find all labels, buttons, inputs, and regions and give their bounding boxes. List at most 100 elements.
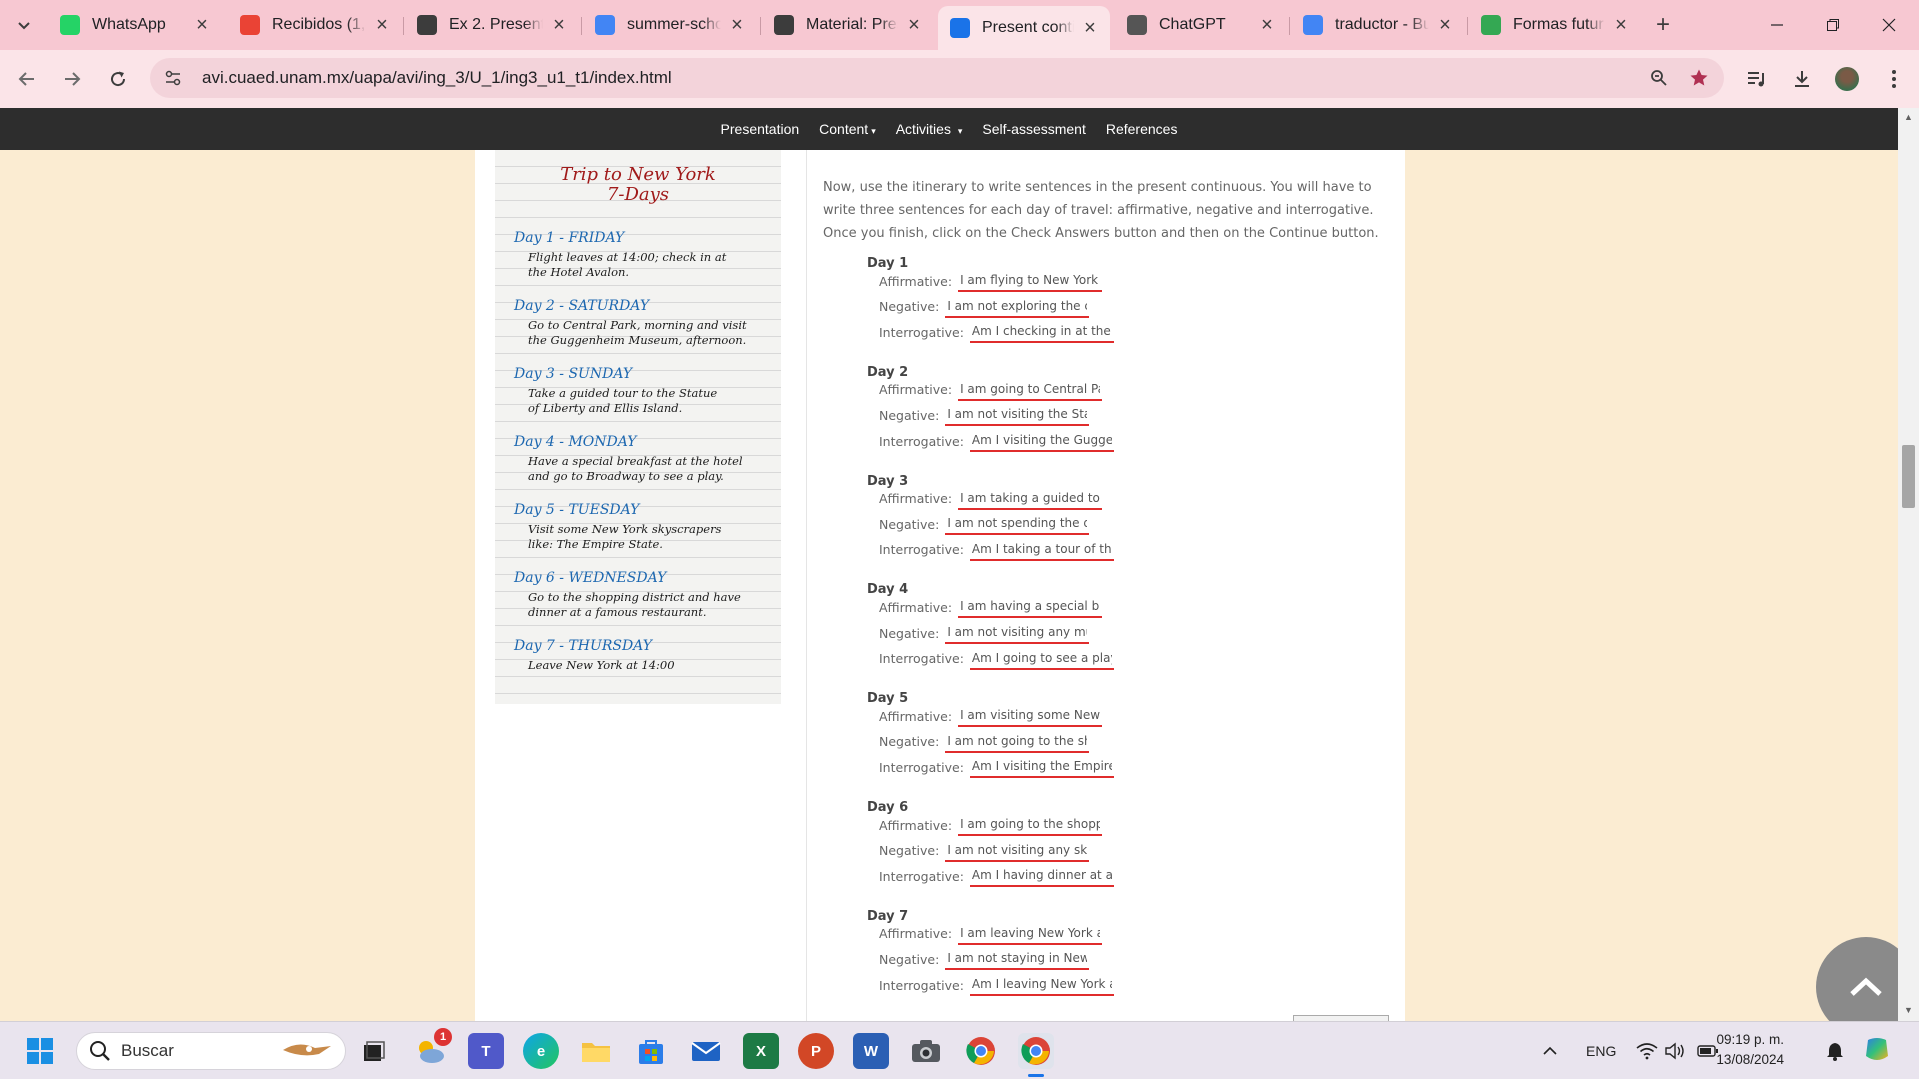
answer-input[interactable] [958, 814, 1103, 836]
notification-bell-icon[interactable] [1826, 1022, 1844, 1079]
file-explorer-icon[interactable] [578, 1033, 614, 1069]
answer-input[interactable] [945, 622, 1090, 644]
address-bar[interactable]: avi.cuaed.unam.mx/uapa/avi/ing_3/U_1/ing… [150, 58, 1724, 98]
copilot-icon[interactable] [1862, 1022, 1892, 1079]
nav-presentation[interactable]: Presentation [721, 121, 800, 137]
browser-tab[interactable]: Material: Pres × [762, 8, 934, 42]
itinerary-day-text: Leave New York at 14:00 [528, 658, 675, 672]
close-tab-icon[interactable]: × [1435, 14, 1455, 36]
answer-input[interactable] [945, 513, 1090, 536]
browser-tab[interactable]: WhatsApp × [48, 8, 222, 42]
answer-input[interactable] [958, 487, 1103, 510]
page-scrollbar[interactable]: ▲ ▼ [1898, 108, 1919, 1021]
reload-button[interactable] [103, 64, 133, 94]
taskbar-search[interactable]: Buscar [76, 1032, 346, 1070]
close-tab-icon[interactable]: × [549, 14, 569, 36]
answer-input[interactable] [969, 974, 1114, 996]
answer-input[interactable] [945, 404, 1090, 427]
close-tab-icon[interactable]: × [372, 14, 392, 36]
tab-separator [581, 17, 582, 35]
nav-activities[interactable]: Activities ▾ [896, 121, 963, 137]
answer-input[interactable] [969, 430, 1114, 452]
close-tab-icon[interactable]: × [904, 14, 924, 36]
teams-icon[interactable]: T [468, 1033, 504, 1069]
answer-input[interactable] [945, 948, 1090, 971]
download-icon[interactable] [1787, 64, 1817, 94]
media-controls-icon[interactable] [1742, 64, 1772, 94]
bookmark-star-icon[interactable] [1684, 63, 1714, 93]
url-text[interactable]: avi.cuaed.unam.mx/uapa/avi/ing_3/U_1/ing… [202, 68, 1644, 88]
task-view-icon[interactable] [356, 1033, 392, 1069]
chrome-active-icon[interactable] [1018, 1033, 1054, 1069]
profile-avatar[interactable] [1832, 64, 1862, 94]
answer-row-neg: Negative: [879, 404, 1090, 427]
nav-references[interactable]: References [1106, 121, 1178, 137]
browser-tab[interactable]: traductor - Bu × [1291, 8, 1465, 42]
close-tab-icon[interactable]: × [1611, 14, 1631, 36]
exercise-panel: Now, use the itinerary to write sentence… [806, 150, 1404, 1021]
answer-input[interactable] [969, 865, 1114, 888]
answer-input[interactable] [958, 378, 1103, 401]
answer-input[interactable] [969, 756, 1114, 779]
close-window-button[interactable] [1874, 10, 1904, 40]
wifi-icon[interactable] [1636, 1022, 1658, 1079]
answer-input[interactable] [969, 538, 1114, 561]
chrome-icon[interactable] [963, 1033, 999, 1069]
minimize-icon [1771, 24, 1783, 26]
camera-icon[interactable] [908, 1033, 944, 1069]
browser-tab[interactable]: Formas futur × [1469, 8, 1641, 42]
microsoft-store-icon[interactable] [633, 1033, 669, 1069]
show-hidden-icons-chevron[interactable] [1542, 1022, 1558, 1079]
scroll-down-arrow-icon[interactable]: ▼ [1903, 1005, 1914, 1016]
edge-icon[interactable]: e [523, 1033, 559, 1069]
tab-search-button[interactable] [10, 11, 38, 39]
zoom-icon[interactable] [1644, 63, 1674, 93]
restore-button[interactable] [1818, 10, 1848, 40]
browser-tab[interactable]: Present conti × [938, 6, 1110, 50]
close-tab-icon[interactable]: × [1080, 17, 1100, 39]
browser-tab[interactable]: ChatGPT × [1115, 8, 1287, 42]
answer-input[interactable] [945, 295, 1090, 318]
tab-title: ChatGPT [1159, 16, 1226, 33]
powerpoint-icon[interactable]: P [798, 1033, 834, 1069]
itinerary-title: Trip to New York [560, 164, 716, 185]
close-tab-icon[interactable]: × [1257, 14, 1277, 36]
answer-label: Affirmative: [879, 491, 953, 507]
answer-input[interactable] [958, 922, 1103, 945]
answer-input[interactable] [969, 647, 1114, 670]
taskbar-clock[interactable]: 09:19 p. m. 13/08/2024 [1684, 1030, 1784, 1070]
answer-input[interactable] [969, 321, 1114, 344]
answer-input[interactable] [945, 839, 1090, 862]
new-tab-button[interactable]: + [1650, 11, 1676, 38]
reload-icon [111, 71, 126, 87]
answer-input[interactable] [945, 730, 1090, 753]
browser-tab[interactable]: summer-scho × [583, 8, 757, 42]
volume-icon[interactable] [1664, 1022, 1686, 1079]
caret-down-icon: ▾ [957, 126, 963, 136]
language-indicator[interactable]: ENG [1586, 1022, 1616, 1079]
scrollbar-thumb[interactable] [1902, 445, 1915, 508]
forward-button[interactable] [57, 64, 87, 94]
excel-icon[interactable]: X [743, 1033, 779, 1069]
site-info-icon[interactable] [158, 63, 188, 93]
search-placeholder: Buscar [121, 1041, 174, 1060]
answer-row-aff: Affirmative: [879, 705, 1103, 728]
more-menu-icon[interactable] [1879, 64, 1909, 94]
answer-input[interactable] [958, 705, 1103, 728]
back-button[interactable] [12, 64, 42, 94]
close-tab-icon[interactable]: × [727, 14, 747, 36]
itinerary-day-heading: Day 5 - TUESDAY [514, 502, 640, 518]
mail-icon[interactable] [688, 1033, 724, 1069]
close-tab-icon[interactable]: × [192, 14, 212, 36]
nav-self-assessment[interactable]: Self-assessment [982, 121, 1085, 137]
browser-tab[interactable]: Ex 2. Present × [405, 8, 579, 42]
windows-start-icon[interactable] [22, 1033, 58, 1069]
minimize-button[interactable] [1762, 10, 1792, 40]
scroll-up-arrow-icon[interactable]: ▲ [1903, 112, 1914, 123]
answer-input[interactable] [958, 596, 1103, 619]
page-icon [950, 18, 970, 38]
browser-tab[interactable]: Recibidos (1,4 × [228, 8, 402, 42]
answer-input[interactable] [958, 270, 1103, 292]
word-icon[interactable]: W [853, 1033, 889, 1069]
nav-content[interactable]: Content ▾ [819, 121, 876, 137]
